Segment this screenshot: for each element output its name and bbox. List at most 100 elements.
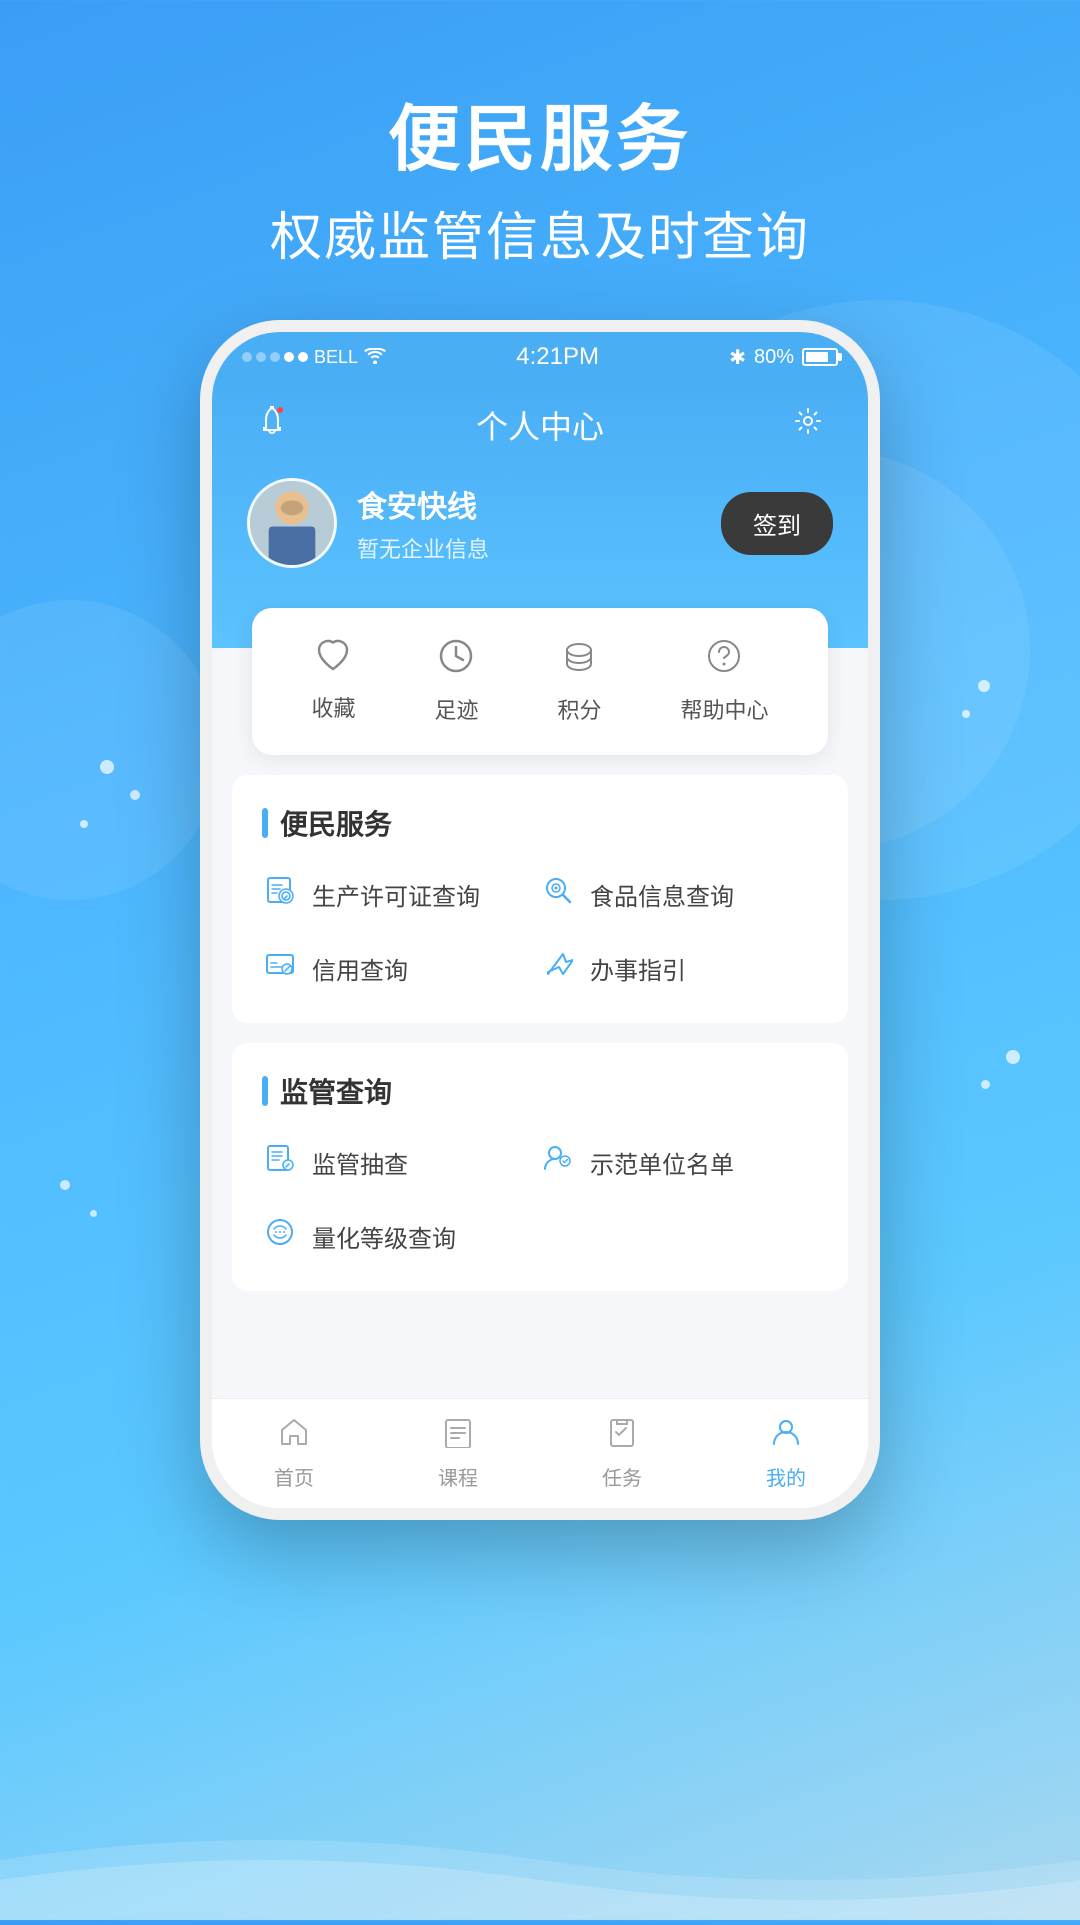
guide-label: 办事指引	[590, 951, 686, 986]
menu-item-guide[interactable]: 办事指引	[540, 941, 818, 995]
mine-label: 我的	[766, 1462, 806, 1491]
header-title: 个人中心	[297, 402, 783, 448]
user-subtitle: 暂无企业信息	[357, 532, 701, 564]
hero-section: 便民服务 权威监管信息及时查询	[0, 80, 1080, 270]
task-label: 任务	[602, 1462, 642, 1491]
quick-item-favorites[interactable]: 收藏	[311, 638, 355, 725]
hero-subtitle: 权威监管信息及时查询	[0, 195, 1080, 270]
bottom-navigation: 首页 课程	[212, 1398, 868, 1508]
home-label: 首页	[274, 1462, 314, 1491]
mine-icon	[770, 1416, 802, 1456]
user-profile: 食安快线 暂无企业信息 签到	[247, 478, 833, 568]
course-label: 课程	[438, 1462, 478, 1491]
convenience-title: 便民服务	[262, 803, 818, 843]
help-label: 帮助中心	[680, 693, 768, 725]
avatar-image	[250, 481, 334, 565]
checkin-button[interactable]: 签到	[721, 492, 833, 555]
hero-title: 便民服务	[0, 80, 1080, 185]
nav-item-task[interactable]: 任务	[602, 1416, 642, 1491]
help-icon	[706, 638, 742, 683]
status-right: ✱ 80%	[729, 345, 838, 370]
supervision-title-text: 监管查询	[280, 1071, 392, 1111]
notification-icon[interactable]	[247, 406, 297, 444]
user-name: 食安快线	[357, 482, 701, 526]
dot-5	[962, 710, 970, 718]
signal-dot-1	[242, 352, 252, 362]
bg-decoration-3	[0, 600, 220, 900]
menu-item-food-info[interactable]: 食品信息查询	[540, 867, 818, 921]
dot-6	[1006, 1050, 1020, 1064]
wifi-icon	[364, 344, 386, 370]
convenience-section: 便民服务	[232, 775, 848, 1023]
favorites-label: 收藏	[311, 691, 355, 723]
dot-3	[80, 820, 88, 828]
quick-actions-bar: 收藏 足迹	[252, 608, 828, 755]
production-license-icon	[262, 875, 298, 913]
points-icon	[561, 638, 597, 683]
signal-dot-4	[284, 352, 294, 362]
status-time: 4:21PM	[516, 343, 599, 371]
phone-mockup: BELL 4:21PM ✱ 80%	[200, 320, 880, 1520]
battery-indicator	[802, 348, 838, 366]
convenience-menu-grid: 生产许可证查询 食品信息查询	[262, 867, 818, 995]
settings-icon[interactable]	[783, 407, 833, 443]
grade-label: 量化等级查询	[312, 1219, 456, 1254]
supervision-title-bar	[262, 1076, 268, 1106]
battery-fill	[806, 352, 828, 362]
footprint-icon	[438, 638, 474, 683]
food-info-icon	[540, 875, 576, 913]
menu-item-inspection[interactable]: 监管抽查	[262, 1135, 540, 1189]
nav-item-course[interactable]: 课程	[438, 1416, 478, 1491]
exemplary-icon	[540, 1143, 576, 1181]
menu-item-credit[interactable]: 信用查询	[262, 941, 540, 995]
credit-icon	[262, 949, 298, 987]
quick-item-footprint[interactable]: 足迹	[434, 638, 478, 725]
convenience-title-text: 便民服务	[280, 803, 392, 843]
credit-label: 信用查询	[312, 951, 408, 986]
course-icon	[442, 1416, 474, 1456]
dot-9	[90, 1210, 97, 1217]
signal-dot-3	[270, 352, 280, 362]
food-info-label: 食品信息查询	[590, 877, 734, 912]
task-icon	[606, 1416, 638, 1456]
dot-1	[100, 760, 114, 774]
dot-2	[130, 790, 140, 800]
production-license-label: 生产许可证查询	[312, 877, 480, 912]
waves-decoration	[0, 1800, 1080, 1920]
dot-4	[978, 680, 990, 692]
header-top: 个人中心	[247, 402, 833, 448]
nav-item-mine[interactable]: 我的	[766, 1416, 806, 1491]
battery-percent: 80%	[754, 346, 794, 369]
grade-icon	[262, 1217, 298, 1255]
signal-dot-2	[256, 352, 266, 362]
status-left: BELL	[242, 344, 386, 370]
inspection-label: 监管抽查	[312, 1145, 408, 1180]
home-icon	[278, 1416, 310, 1456]
signal-dot-5	[298, 352, 308, 362]
title-bar	[262, 808, 268, 838]
quick-item-help[interactable]: 帮助中心	[680, 638, 768, 725]
carrier-label: BELL	[314, 347, 358, 368]
favorites-icon	[315, 638, 351, 681]
menu-item-production-license[interactable]: 生产许可证查询	[262, 867, 540, 921]
menu-item-exemplary[interactable]: 示范单位名单	[540, 1135, 818, 1189]
user-info: 食安快线 暂无企业信息	[357, 482, 701, 564]
status-bar: BELL 4:21PM ✱ 80%	[212, 332, 868, 382]
footprint-label: 足迹	[434, 693, 478, 725]
inspection-icon	[262, 1143, 298, 1181]
guide-icon	[540, 949, 576, 987]
signal-dots	[242, 352, 308, 362]
bluetooth-icon: ✱	[729, 345, 746, 370]
points-label: 积分	[557, 693, 601, 725]
exemplary-label: 示范单位名单	[590, 1145, 734, 1180]
quick-item-points[interactable]: 积分	[557, 638, 601, 725]
dot-8	[60, 1180, 70, 1190]
menu-item-grade[interactable]: 量化等级查询	[262, 1209, 540, 1263]
supervision-section: 监管查询 监管抽查	[232, 1043, 848, 1291]
phone-frame: BELL 4:21PM ✱ 80%	[200, 320, 880, 1520]
main-content: 便民服务	[212, 755, 868, 1508]
avatar	[247, 478, 337, 568]
supervision-menu-grid: 监管抽查 示范单位名单	[262, 1135, 818, 1263]
nav-item-home[interactable]: 首页	[274, 1416, 314, 1491]
dot-7	[981, 1080, 990, 1089]
